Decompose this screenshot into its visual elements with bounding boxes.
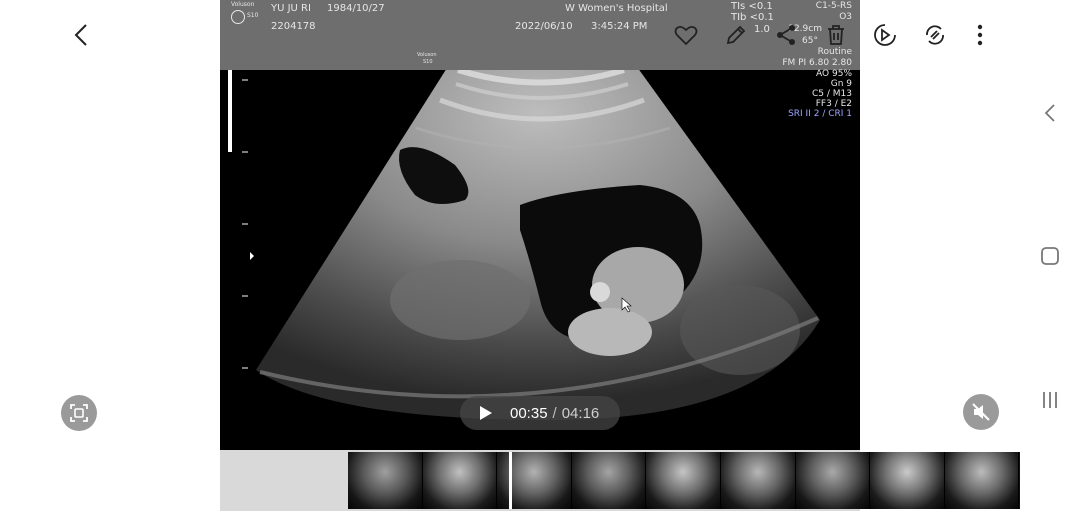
trash-icon xyxy=(828,25,844,45)
timeline-thumbnail[interactable] xyxy=(944,452,1020,509)
more-options-button[interactable] xyxy=(966,21,994,49)
brand-model: S10 xyxy=(247,12,259,19)
heart-icon xyxy=(674,25,698,46)
current-time: 00:35 xyxy=(510,404,548,422)
timeline-thumbnails[interactable] xyxy=(348,452,1020,509)
recents-icon xyxy=(1043,392,1057,408)
square-icon xyxy=(1041,247,1059,265)
timeline-thumbnail[interactable] xyxy=(795,452,871,509)
playback-control: 00:35 / 04:16 xyxy=(460,396,620,430)
back-button[interactable] xyxy=(66,20,96,50)
more-vertical-icon xyxy=(977,24,983,46)
birth-date: 1984/10/27 xyxy=(327,3,385,14)
duration: 04:16 xyxy=(561,404,600,422)
angle-label: 65° xyxy=(802,36,818,46)
rotate-button[interactable] xyxy=(921,21,949,49)
probe-label: C1-5-RS xyxy=(815,1,852,11)
share-icon xyxy=(777,25,795,45)
ge-logo xyxy=(231,10,245,24)
param-sri-cri: SRI II 2 / CRI 1 xyxy=(788,109,852,119)
capture-button[interactable] xyxy=(61,395,97,431)
param-gain: Gn 9 xyxy=(830,79,852,89)
edit-button[interactable] xyxy=(722,21,750,49)
timeline-thumbnail[interactable] xyxy=(646,452,721,509)
nav-back-button[interactable] xyxy=(1038,101,1062,125)
mi-value: 1.0 xyxy=(754,24,770,35)
param-ao: AO 95% xyxy=(816,69,852,79)
delete-button[interactable] xyxy=(822,21,850,49)
time-separator: / xyxy=(552,404,557,422)
favorite-button[interactable] xyxy=(672,21,700,49)
timeline-thumbnail[interactable] xyxy=(720,452,796,509)
mute-icon xyxy=(972,403,990,421)
timeline-thumbnail[interactable] xyxy=(571,452,647,509)
brand-name: Voluson xyxy=(231,1,255,8)
patient-id: 2204178 xyxy=(271,21,316,32)
rotate-icon xyxy=(926,25,944,45)
nav-home-button[interactable] xyxy=(1038,244,1062,268)
pencil-icon xyxy=(726,25,746,45)
timeline-thumbnail[interactable] xyxy=(348,452,423,509)
param-c-m: C5 / M13 xyxy=(812,89,852,99)
video-frame[interactable]: S10 Voluson YU JU RI 1984/10/27 2204178 … xyxy=(220,0,860,450)
share-button[interactable] xyxy=(772,21,800,49)
patient-name: YU JU RI xyxy=(271,3,311,14)
brand-small: Voluson xyxy=(417,52,437,58)
play-circle-icon xyxy=(874,24,896,46)
hospital-name: W Women's Hospital xyxy=(565,3,668,14)
video-player-button[interactable] xyxy=(871,21,899,49)
param-ff-e: FF3 / E2 xyxy=(815,99,852,109)
param-fm-pi: FM PI 6.80 2.80 xyxy=(782,58,852,68)
play-icon xyxy=(480,406,492,420)
capture-icon xyxy=(70,404,88,422)
timeline-thumbnail[interactable] xyxy=(422,452,498,509)
brand-model-small: S10 xyxy=(423,59,433,65)
mute-button[interactable] xyxy=(963,394,999,430)
exam-date: 2022/06/10 xyxy=(515,21,573,32)
ultrasound-header: S10 Voluson YU JU RI 1984/10/27 2204178 … xyxy=(220,0,860,70)
chevron-left-icon xyxy=(74,24,87,46)
chevron-left-icon xyxy=(1045,104,1055,122)
tis-label: TIs <0.1 xyxy=(731,1,773,12)
nav-recents-button[interactable] xyxy=(1038,388,1062,412)
timeline-cursor[interactable] xyxy=(509,452,512,509)
play-button[interactable] xyxy=(476,403,496,423)
exam-time: 3:45:24 PM xyxy=(591,21,648,32)
timeline-thumbnail[interactable] xyxy=(870,452,945,509)
